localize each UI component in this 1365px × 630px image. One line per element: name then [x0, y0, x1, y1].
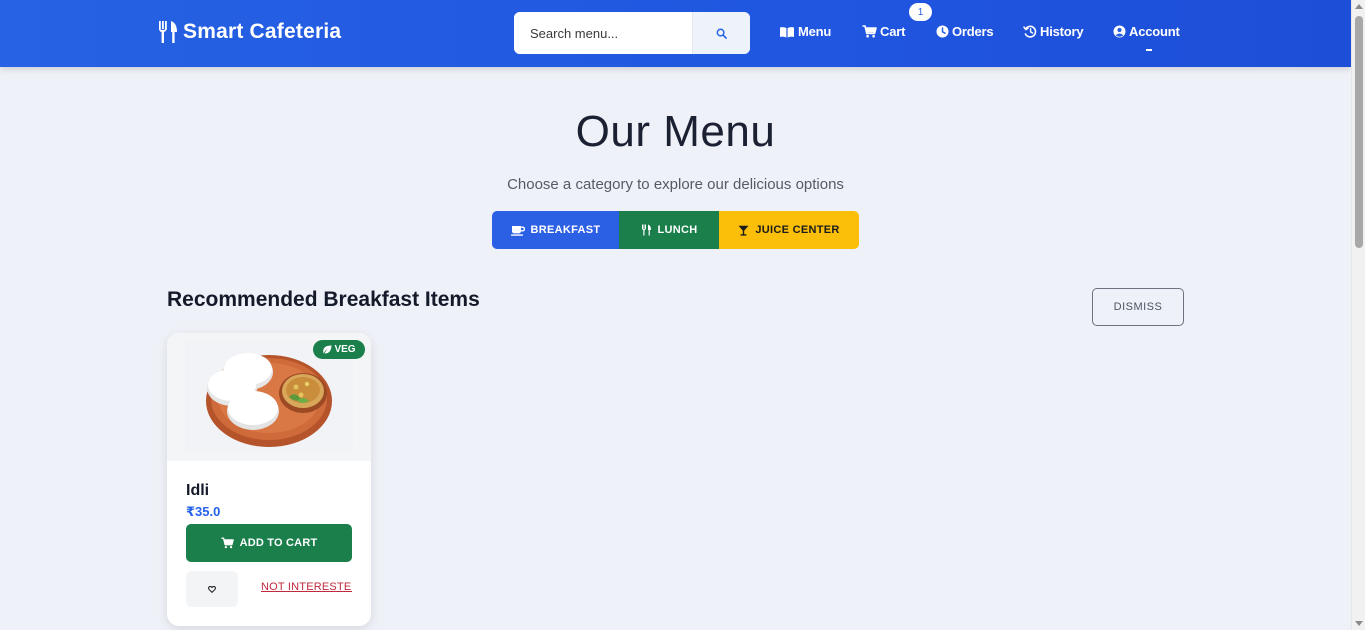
nav-cart[interactable]: Cart: [862, 24, 905, 39]
nav-cart-label: Cart: [880, 24, 906, 39]
heart-icon: [208, 585, 216, 593]
page-title: Our Menu: [575, 107, 776, 156]
category-lunch-label: LUNCH: [657, 224, 698, 236]
history-icon: [1023, 25, 1037, 38]
leaf-icon: [323, 345, 332, 354]
recommended-section-title: Recommended Breakfast Items: [167, 288, 480, 311]
search-input[interactable]: [514, 12, 692, 54]
scroll-thumb[interactable]: [1355, 16, 1363, 248]
nav-account[interactable]: Account: [1113, 24, 1180, 39]
cocktail-icon: [738, 225, 749, 236]
menu-item-image-area: VEG: [167, 333, 371, 461]
nav-orders[interactable]: Orders: [936, 24, 994, 39]
category-juice-center-button[interactable]: JUICE CENTER: [719, 211, 859, 249]
veg-badge: VEG: [313, 340, 365, 359]
utensils-icon: [159, 21, 177, 43]
category-breakfast-button[interactable]: BREAKFAST: [492, 211, 619, 249]
not-interested-link[interactable]: NOT INTERESTED: [261, 581, 352, 593]
dismiss-recommendations-button[interactable]: DISMISS: [1092, 288, 1184, 326]
shopping-cart-icon: [221, 537, 234, 549]
search-button[interactable]: [692, 12, 750, 54]
menu-item-card: VEG Idli ₹35.0 ADD TO CART NOT INTERESTE…: [167, 333, 371, 626]
nav-history[interactable]: History: [1023, 24, 1084, 39]
page-scrollbar[interactable]: [1351, 0, 1365, 630]
coffee-icon: [510, 225, 525, 236]
search-form: [514, 12, 750, 54]
nav-menu[interactable]: Menu: [779, 24, 831, 39]
nav-account-label: Account: [1129, 24, 1180, 39]
nav-menu-label: Menu: [798, 24, 832, 39]
user-circle-icon: [1113, 25, 1126, 38]
brand-name: Smart Cafeteria: [183, 20, 342, 43]
scroll-up-arrow-icon[interactable]: [1355, 4, 1363, 9]
category-juice-center-label: JUICE CENTER: [755, 224, 840, 236]
utensils-icon: [641, 224, 651, 236]
navbar: Smart Cafeteria Menu Cart 1: [0, 0, 1351, 67]
account-dropdown-indicator: [1146, 49, 1152, 51]
nav-orders-label: Orders: [952, 24, 994, 39]
category-breakfast-label: BREAKFAST: [530, 224, 601, 236]
brand-link[interactable]: Smart Cafeteria: [157, 20, 341, 44]
add-to-cart-button[interactable]: ADD TO CART: [186, 524, 352, 562]
shopping-cart-icon: [862, 25, 877, 38]
category-lunch-button[interactable]: LUNCH: [619, 211, 719, 249]
menu-item-price: ₹35.0: [186, 504, 221, 519]
menu-item-name: Idli: [186, 482, 210, 499]
cart-count-badge: 1: [909, 3, 932, 21]
clock-icon: [936, 25, 949, 38]
page-subtitle: Choose a category to explore our delicio…: [507, 176, 844, 193]
nav-history-label: History: [1040, 24, 1084, 39]
scroll-down-arrow-icon[interactable]: [1355, 621, 1363, 626]
book-open-icon: [780, 26, 794, 37]
category-selector: BREAKFAST LUNCH JUICE CENTER: [492, 211, 859, 249]
veg-badge-label: VEG: [334, 344, 356, 355]
favorite-button[interactable]: [186, 571, 238, 607]
search-icon: [716, 28, 727, 39]
add-to-cart-label: ADD TO CART: [239, 537, 318, 549]
